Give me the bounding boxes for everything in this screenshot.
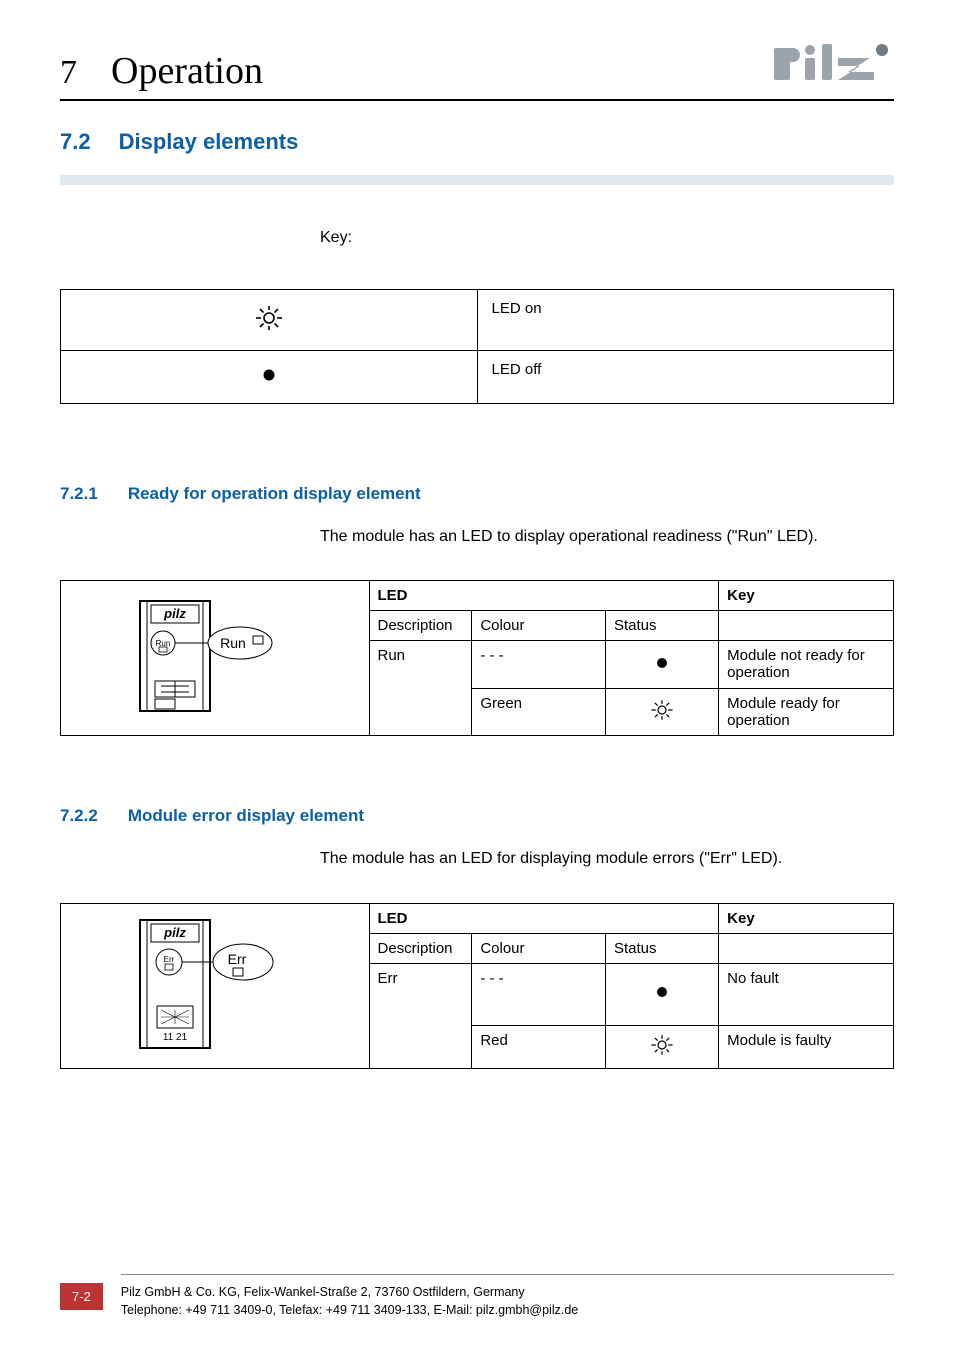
cell-description: Run [369, 641, 472, 736]
section-title: Display elements [119, 129, 299, 155]
cell-key: Module not ready for opera­tion [719, 641, 894, 689]
led-off-icon [259, 365, 279, 389]
col-key: Key [719, 903, 894, 933]
diagram-brand: pilz [163, 925, 186, 940]
key-row-text: LED on [477, 290, 894, 351]
col-colour: Colour [472, 933, 606, 963]
subsection-title: Module error display element [128, 806, 364, 826]
run-led-table: pilz Run Run LED Key Descr [60, 580, 894, 736]
col-led: LED [369, 903, 719, 933]
table-row: pilz Run Run LED Key [61, 581, 894, 611]
col-key: Key [719, 581, 894, 611]
footer-line-1: Pilz GmbH & Co. KG, Felix-Wankel-Straße … [121, 1283, 894, 1302]
led-on-icon [606, 1025, 719, 1068]
cell-description: Err [369, 963, 472, 1068]
section-number: 7.2 [60, 129, 91, 155]
subsection-heading: 7.2.1 Ready for operation display elemen… [60, 484, 894, 504]
led-off-icon [606, 641, 719, 689]
cell-key: Module ready for operation [719, 689, 894, 736]
svg-text:Err: Err [163, 955, 174, 964]
cell-key: Module is faulty [719, 1025, 894, 1068]
led-on-icon [606, 689, 719, 736]
led-off-icon [606, 963, 719, 1025]
led-off-icon-cell [61, 351, 478, 404]
chapter-heading: 7 Operation [60, 49, 263, 93]
col-status: Status [606, 611, 719, 641]
cell-colour: Green [472, 689, 606, 736]
col-description: Description [369, 933, 472, 963]
table-row: LED on [61, 290, 894, 351]
section-divider [60, 175, 894, 185]
col-colour: Colour [472, 611, 606, 641]
chapter-number: 7 [60, 54, 77, 92]
cell-colour: - - - [472, 641, 606, 689]
err-led-table: pilz Err 11 21 Err [60, 903, 894, 1069]
key-table: LED on LED off [60, 289, 894, 404]
footer-line-2: Telephone: +49 711 3409-0, Telefax: +49 … [121, 1301, 894, 1320]
subsection-title: Ready for operation display element [128, 484, 421, 504]
page-number: 7-2 [60, 1283, 103, 1310]
terminal-label: 11 21 [163, 1032, 188, 1043]
col-led: LED [369, 581, 719, 611]
key-label: Key: [320, 229, 894, 247]
page-header: 7 Operation [60, 40, 894, 101]
key-row-text: LED off [477, 351, 894, 404]
section-heading: 7.2 Display elements [60, 129, 894, 155]
col-description: Description [369, 611, 472, 641]
cell-colour: - - - [472, 963, 606, 1025]
subsection-number: 7.2.2 [60, 806, 98, 826]
led-on-icon [252, 304, 286, 336]
pilz-logo-icon [774, 40, 894, 93]
callout-label: Run [220, 635, 246, 651]
led-on-icon-cell [61, 290, 478, 351]
module-diagram-run: pilz Run Run [61, 581, 370, 736]
cell-key: No fault [719, 963, 894, 1025]
callout-label: Err [227, 951, 246, 967]
subsection-intro: The module has an LED to display operati… [320, 526, 894, 548]
col-status: Status [606, 933, 719, 963]
module-diagram-err: pilz Err 11 21 Err [61, 903, 370, 1068]
subsection-intro: The module has an LED for displaying mod… [320, 848, 894, 870]
subsection-heading: 7.2.2 Module error display element [60, 806, 894, 826]
table-row: pilz Err 11 21 Err [61, 903, 894, 933]
cell-colour: Red [472, 1025, 606, 1068]
chapter-title: Operation [111, 49, 263, 93]
diagram-brand: pilz [163, 606, 186, 621]
page-footer: 7-2 Pilz GmbH & Co. KG, Felix-Wankel-Str… [0, 1274, 954, 1321]
subsection-number: 7.2.1 [60, 484, 98, 504]
footer-text: Pilz GmbH & Co. KG, Felix-Wankel-Straße … [121, 1274, 894, 1321]
table-row: LED off [61, 351, 894, 404]
